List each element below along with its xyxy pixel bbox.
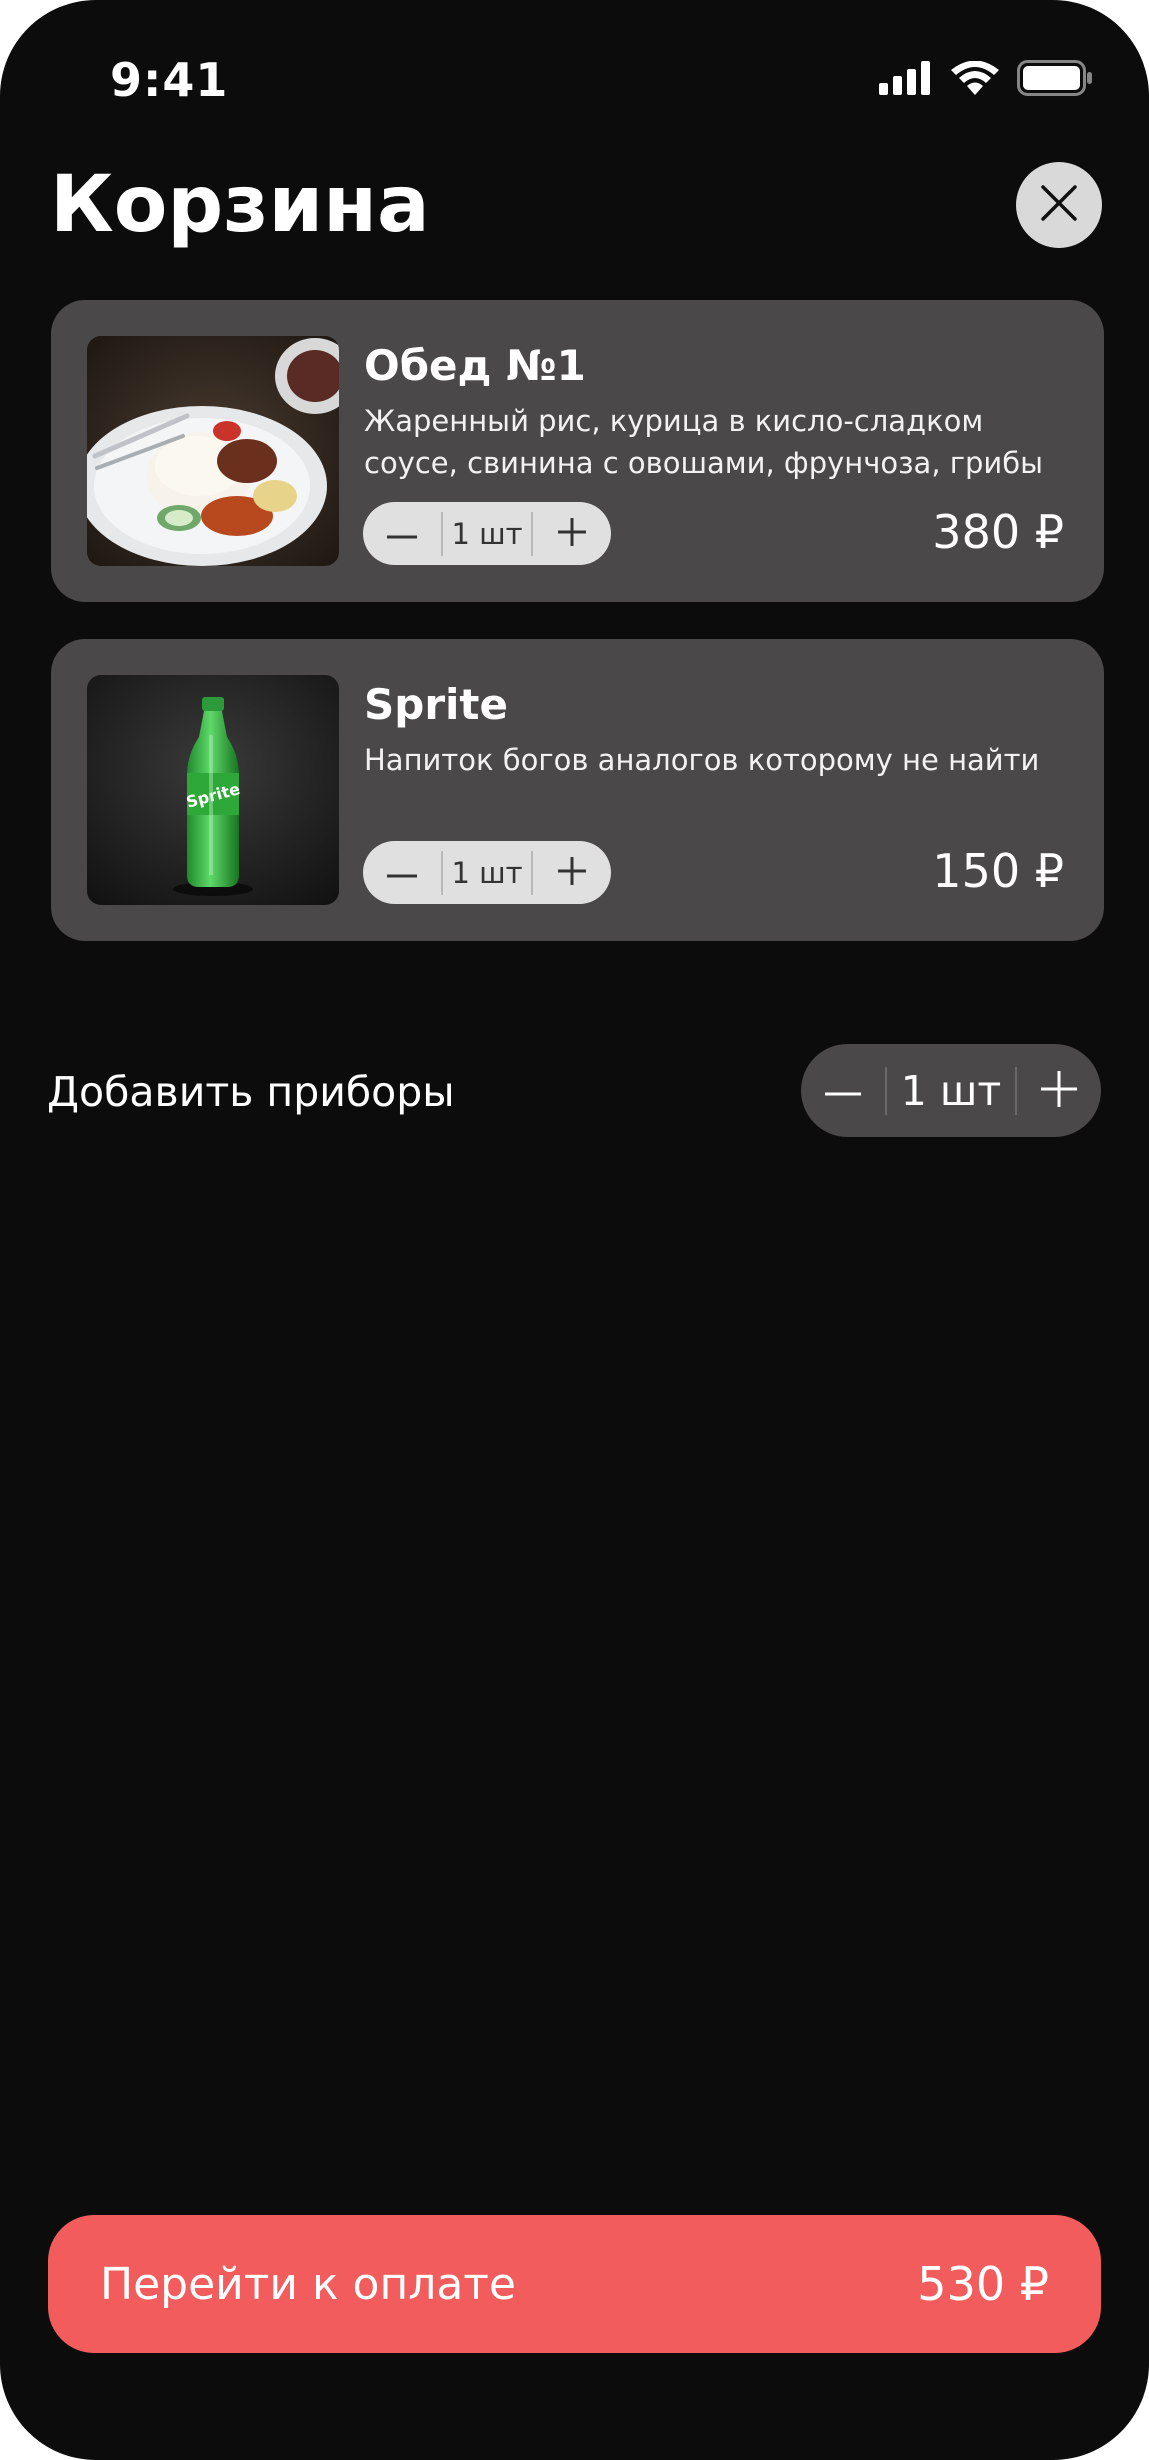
product-price: 150 ₽ — [932, 844, 1064, 898]
wifi-icon — [951, 61, 999, 95]
status-icons — [879, 60, 1093, 96]
checkout-button[interactable]: Перейти к оплате 530 ₽ — [48, 2215, 1101, 2353]
increase-button[interactable] — [533, 502, 611, 565]
battery-icon — [1017, 60, 1093, 96]
cutlery-stepper: 1 шт — [801, 1044, 1101, 1137]
decrease-button[interactable] — [363, 502, 441, 565]
page-title: Корзина — [50, 160, 430, 250]
cart-item: Обед №1 Жаренный рис, курица в кисло-сла… — [51, 300, 1104, 602]
quantity-stepper: 1 шт — [363, 841, 611, 904]
plus-icon — [558, 517, 586, 550]
app-screen: 9:41 Корзина Обед №1 Жаренный рис, куриц… — [0, 0, 1149, 2460]
close-button[interactable] — [1016, 162, 1102, 248]
product-price: 380 ₽ — [932, 505, 1064, 559]
product-name: Обед №1 — [364, 341, 586, 390]
checkout-label: Перейти к оплате — [100, 2258, 517, 2310]
decrease-button[interactable] — [363, 841, 441, 904]
cutlery-increase-button[interactable] — [1017, 1044, 1101, 1137]
minus-icon — [825, 1081, 861, 1100]
signal-icon — [879, 61, 933, 95]
increase-button[interactable] — [533, 841, 611, 904]
cutlery-label: Добавить приборы — [47, 1068, 455, 1116]
cutlery-quantity: 1 шт — [885, 1066, 1017, 1115]
close-icon — [1039, 183, 1079, 227]
plus-icon — [558, 856, 586, 889]
product-description: Напиток богов аналогов которому не найти — [364, 743, 1040, 777]
cart-item: Sprite Sprite Напиток богов аналогов кот… — [51, 639, 1104, 941]
product-name: Sprite — [364, 680, 508, 729]
product-image-sprite: Sprite — [87, 675, 339, 905]
minus-icon — [387, 863, 417, 882]
product-description: Жаренный рис, курица в кисло-сладком соу… — [364, 404, 1044, 480]
quantity-value: 1 шт — [441, 511, 533, 556]
cutlery-decrease-button[interactable] — [801, 1044, 885, 1137]
checkout-total: 530 ₽ — [917, 2257, 1049, 2311]
product-image-lunch — [87, 336, 339, 566]
quantity-stepper: 1 шт — [363, 502, 611, 565]
minus-icon — [387, 524, 417, 543]
plus-icon — [1041, 1070, 1077, 1111]
quantity-value: 1 шт — [441, 850, 533, 895]
status-time: 9:41 — [110, 53, 229, 107]
